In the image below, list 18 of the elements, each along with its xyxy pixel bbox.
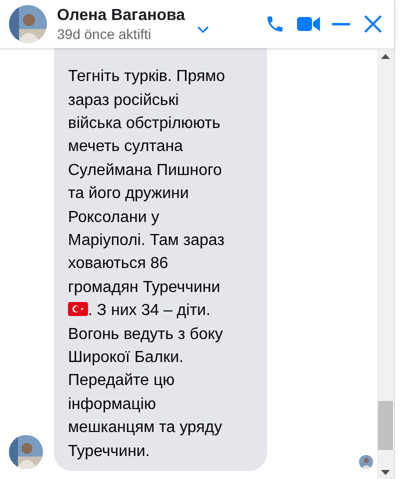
minimize-icon[interactable] [332,22,350,26]
seen-avatar [359,455,373,469]
contact-name: Олена Ваганова [57,6,186,26]
message-text: . З них 34 – діти. [88,302,210,320]
message-text: Тегніть турків. Прямо зараз російські війська обстрілюють мечеть султана Сулеймана Пишного та його дружини Роксолани у Маріуполі. Там зараз ховаються 86 громадян Туреччини [68,68,226,296]
close-icon[interactable] [364,15,382,33]
active-status: 39d önce aktifti [57,26,152,42]
phone-icon[interactable] [265,14,285,34]
message-text: Вогонь ведуть з боку Широкої Балки. Передайте цю інформацію мешканцям та уряду Туреччини. [68,326,223,460]
flag-icon [68,302,88,316]
scroll-down-icon[interactable] [381,470,390,475]
avatar[interactable] [9,5,47,43]
chevron-down-icon[interactable] [197,26,210,34]
scrollbar[interactable] [377,50,394,479]
video-camera-icon[interactable] [297,16,320,32]
scroll-up-icon[interactable] [381,54,390,59]
avatar[interactable] [9,435,43,469]
scrollbar-thumb[interactable] [378,401,393,450]
